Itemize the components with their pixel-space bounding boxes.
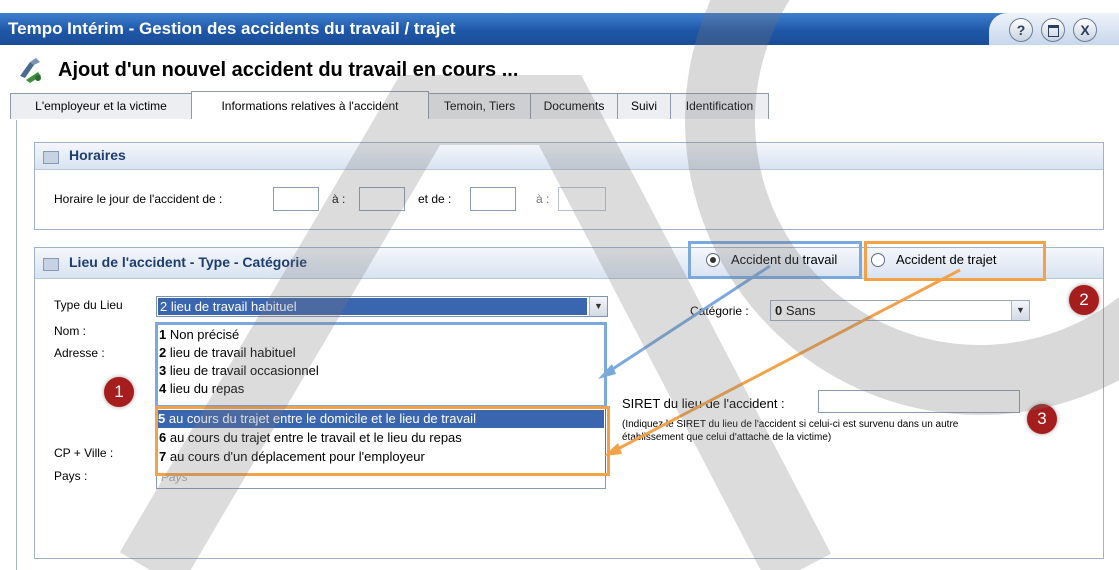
blue-arrow-head: [598, 364, 616, 379]
annotation-arrows: [598, 264, 961, 456]
app-window: Tempo Intérim - Gestion des accidents du…: [0, 0, 1119, 570]
badge-1: 1: [104, 377, 134, 407]
badge-2: 2: [1069, 285, 1099, 315]
orange-arrow: [611, 268, 961, 454]
badge-3: 3: [1027, 404, 1057, 434]
blue-arrow: [604, 264, 771, 376]
orange-arrow-head: [604, 443, 622, 456]
